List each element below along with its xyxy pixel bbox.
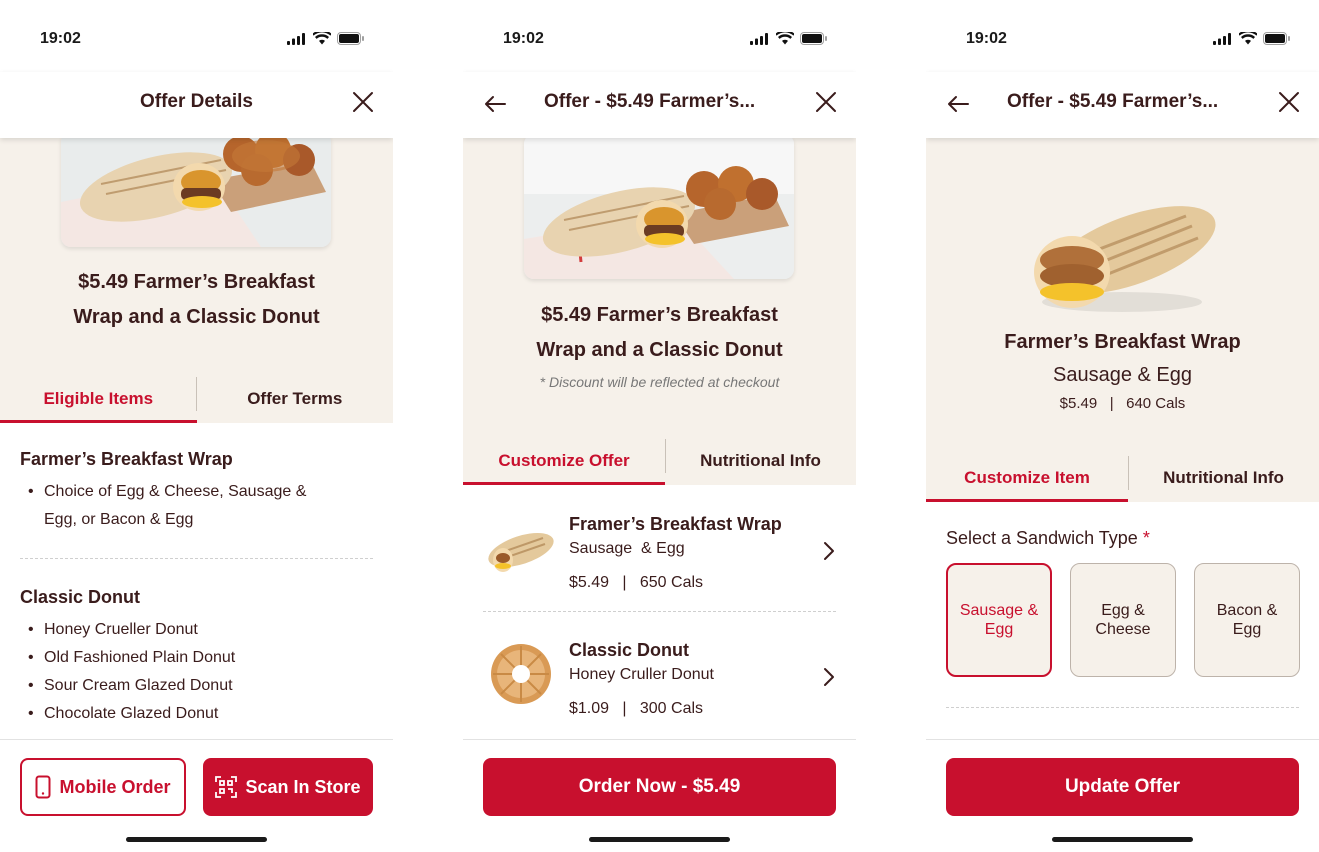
home-indicator	[126, 837, 267, 842]
wifi-icon	[313, 32, 331, 45]
footer-actions: Order Now - $5.49	[463, 739, 856, 852]
screen-header: Offer Details	[0, 72, 393, 138]
close-icon[interactable]	[1277, 90, 1301, 114]
tab-customize-item[interactable]: Customize Item	[926, 454, 1128, 502]
status-time: 19:02	[40, 30, 81, 47]
list-item: Old Fashioned Plain Donut	[20, 644, 373, 672]
offer-title: $5.49 Farmer’s Breakfast Wrap and a Clas…	[73, 271, 320, 328]
page-title: Offer - $5.49 Farmer’s...	[544, 91, 756, 112]
section-breakfast-wrap: Farmer’s Breakfast Wrap Choice of Egg & …	[0, 449, 393, 534]
item-hero: Farmer’s Breakfast Wrap Sausage & Egg $5…	[926, 138, 1319, 502]
wrap-image	[483, 510, 559, 586]
footer-actions: Update Offer	[926, 739, 1319, 852]
divider	[483, 611, 836, 612]
offer-tabs: Eligible Items Offer Terms	[0, 375, 393, 423]
scan-qr-icon	[215, 776, 238, 798]
eligible-items-list: Farmer’s Breakfast Wrap Choice of Egg & …	[0, 449, 393, 728]
product-name: Classic Donut	[569, 640, 690, 660]
status-bar: 19:02	[463, 0, 856, 72]
list-item[interactable]: Framer’s Breakfast Wrap Sausage & Egg $5…	[483, 488, 836, 608]
home-indicator	[1052, 837, 1193, 842]
battery-icon	[337, 32, 364, 45]
wrap-image	[1022, 190, 1222, 320]
scan-in-store-button[interactable]: Scan In Store	[203, 758, 373, 816]
product-price-cals: $5.49 | 640 Cals	[1059, 395, 1186, 412]
product-variant: Sausage & Egg	[569, 540, 685, 557]
wifi-icon	[1239, 32, 1257, 45]
signal-icon	[287, 32, 305, 45]
product-name: Framer’s Breakfast Wrap	[569, 514, 782, 534]
back-arrow-icon[interactable]	[483, 92, 507, 116]
screen-header: Offer - $5.49 Farmer’s...	[926, 72, 1319, 138]
status-bar: 19:02	[0, 0, 393, 72]
item-tabs: Customize Item Nutritional Info	[926, 454, 1319, 502]
tab-offer-terms[interactable]: Offer Terms	[197, 375, 394, 423]
battery-icon	[800, 32, 827, 45]
offer-details-screen: 19:02 Offer Details $5.49 Farmer’s Break…	[0, 0, 393, 852]
order-now-button[interactable]: Order Now - $5.49	[483, 758, 836, 816]
list-item[interactable]: Classic Donut Honey Cruller Donut $1.09 …	[483, 614, 836, 734]
list-item: Choice of Egg & Cheese, Sausage &Egg, or…	[20, 478, 373, 534]
product-price-cals: $5.49 | 650 Cals	[569, 574, 704, 591]
screen-header: Offer - $5.49 Farmer’s...	[463, 72, 856, 138]
page-title: Offer - $5.49 Farmer’s...	[1007, 91, 1219, 112]
customize-item-screen: 19:02 Offer - $5.49 Farmer’s... Farmer’s…	[926, 0, 1319, 852]
offer-image	[61, 132, 331, 247]
offer-hero: $5.49 Farmer’s Breakfast Wrap and a Clas…	[0, 132, 393, 423]
list-item: Chocolate Glazed Donut	[20, 700, 373, 728]
page-title: Offer Details	[140, 91, 253, 112]
section-classic-donut: Classic Donut Honey Crueller Donut Old F…	[0, 587, 393, 728]
tab-nutritional-info[interactable]: Nutritional Info	[1128, 454, 1319, 502]
tab-nutritional-info[interactable]: Nutritional Info	[665, 437, 856, 485]
phone-icon	[35, 775, 51, 799]
battery-icon	[1263, 32, 1290, 45]
product-variant: Sausage & Egg	[1053, 364, 1192, 386]
update-offer-button[interactable]: Update Offer	[946, 758, 1299, 816]
product-name: Farmer’s Breakfast Wrap	[1004, 331, 1241, 353]
option-sausage-egg[interactable]: Sausage & Egg	[946, 563, 1052, 677]
mobile-order-button[interactable]: Mobile Order	[20, 758, 186, 816]
divider	[20, 558, 373, 559]
customize-offer-screen: 19:02 Offer - $5.49 Farmer’s... $5.49 Fa…	[463, 0, 856, 852]
tab-eligible-items[interactable]: Eligible Items	[0, 375, 197, 423]
offer-hero: $5.49 Farmer’s Breakfast Wrap and a Clas…	[463, 134, 856, 485]
close-icon[interactable]	[351, 90, 375, 114]
signal-icon	[1213, 32, 1231, 45]
option-bacon-egg[interactable]: Bacon & Egg	[1194, 563, 1300, 677]
option-egg-cheese[interactable]: Egg & Cheese	[1070, 563, 1176, 677]
chevron-right-icon[interactable]	[822, 540, 836, 562]
wifi-icon	[776, 32, 794, 45]
list-item: Honey Crueller Donut	[20, 616, 373, 644]
footer-actions: Mobile Order Scan In Store	[0, 739, 393, 852]
home-indicator	[589, 837, 730, 842]
discount-note: * Discount will be reflected at checkout	[539, 374, 780, 390]
offer-tabs: Customize Offer Nutritional Info	[463, 437, 856, 485]
donut-image	[483, 636, 559, 712]
product-variant: Honey Cruller Donut	[569, 666, 714, 683]
status-time: 19:02	[503, 30, 544, 47]
status-bar: 19:02	[926, 0, 1319, 72]
status-time: 19:02	[966, 30, 1007, 47]
product-price-cals: $1.09 | 300 Cals	[569, 700, 704, 717]
required-marker: *	[1142, 528, 1150, 548]
offer-image	[524, 134, 794, 279]
divider	[946, 707, 1299, 708]
back-arrow-icon[interactable]	[946, 92, 970, 116]
tab-customize-offer[interactable]: Customize Offer	[463, 437, 665, 485]
offer-title: $5.49 Farmer’s Breakfast Wrap and a Clas…	[536, 304, 783, 361]
sandwich-type-label: Select a Sandwich Type *	[946, 528, 1150, 548]
list-item: Sour Cream Glazed Donut	[20, 672, 373, 700]
signal-icon	[750, 32, 768, 45]
chevron-right-icon[interactable]	[822, 666, 836, 688]
close-icon[interactable]	[814, 90, 838, 114]
